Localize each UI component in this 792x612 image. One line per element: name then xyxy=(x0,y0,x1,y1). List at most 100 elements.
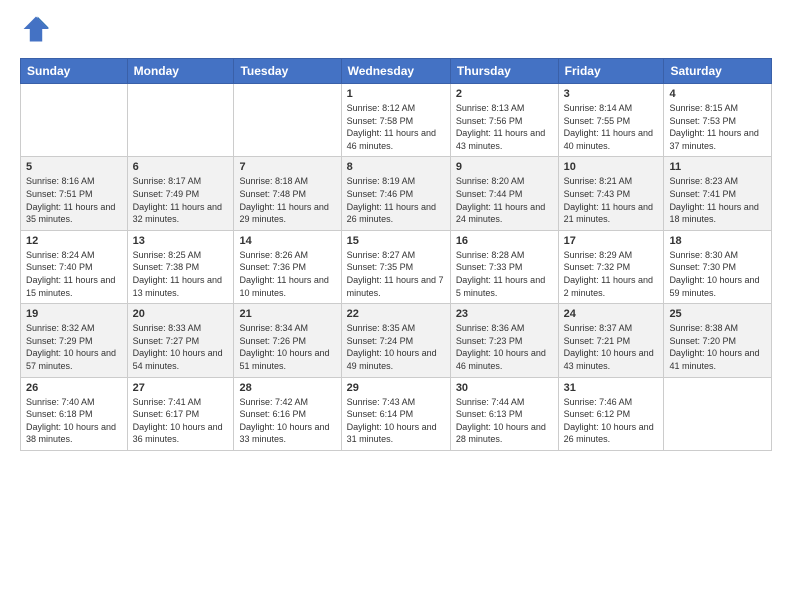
calendar-day-cell: 23 Sunrise: 8:36 AM Sunset: 7:23 PM Dayli… xyxy=(450,304,558,377)
day-number: 2 xyxy=(456,88,553,100)
day-info: Sunrise: 8:37 AM Sunset: 7:21 PM Dayligh… xyxy=(564,322,659,372)
calendar-week-row: 19 Sunrise: 8:32 AM Sunset: 7:29 PM Dayli… xyxy=(21,304,772,377)
day-info: Sunrise: 8:24 AM Sunset: 7:40 PM Dayligh… xyxy=(26,249,122,299)
calendar-day-cell: 13Sunrise: 8:25 AM Sunset: 7:38 PM Dayli… xyxy=(127,230,234,303)
day-info: Sunrise: 8:19 AM Sunset: 7:46 PM Dayligh… xyxy=(347,175,445,225)
day-number: 22 xyxy=(347,308,445,320)
day-number: 15 xyxy=(347,235,445,247)
calendar-day-cell: 4 Sunrise: 8:15 AM Sunset: 7:53 PM Daylig… xyxy=(664,84,772,157)
calendar-day-cell: 11Sunrise: 8:23 AM Sunset: 7:41 PM Dayli… xyxy=(664,157,772,230)
day-number: 4 xyxy=(669,88,766,100)
day-info: Sunrise: 8:33 AM Sunset: 7:27 PM Dayligh… xyxy=(133,322,229,372)
calendar-week-row: 1Sunrise: 8:12 AM Sunset: 7:58 PM Daylig… xyxy=(21,84,772,157)
day-of-week-header: Sunday xyxy=(21,59,128,84)
calendar-table: SundayMondayTuesdayWednesdayThursdayFrid… xyxy=(20,58,772,451)
header xyxy=(20,15,772,48)
calendar-day-cell: 29 Sunrise: 7:43 AM Sunset: 6:14 PM Dayli… xyxy=(341,377,450,450)
calendar-day-cell: 8 Sunrise: 8:19 AM Sunset: 7:46 PM Daylig… xyxy=(341,157,450,230)
day-info: Sunrise: 8:18 AM Sunset: 7:48 PM Dayligh… xyxy=(239,175,335,225)
calendar-day-cell: 30Sunrise: 7:44 AM Sunset: 6:13 PM Dayli… xyxy=(450,377,558,450)
day-info: Sunrise: 7:44 AM Sunset: 6:13 PM Dayligh… xyxy=(456,396,553,446)
day-info: Sunrise: 8:21 AM Sunset: 7:43 PM Dayligh… xyxy=(564,175,659,225)
calendar-week-row: 26 Sunrise: 7:40 AM Sunset: 6:18 PM Dayli… xyxy=(21,377,772,450)
day-info: Sunrise: 8:15 AM Sunset: 7:53 PM Dayligh… xyxy=(669,102,766,152)
page: SundayMondayTuesdayWednesdayThursdayFrid… xyxy=(0,0,792,612)
calendar-day-cell xyxy=(664,377,772,450)
day-number: 16 xyxy=(456,235,553,247)
calendar-day-cell: 20 Sunrise: 8:33 AM Sunset: 7:27 PM Dayli… xyxy=(127,304,234,377)
day-info: Sunrise: 8:34 AM Sunset: 7:26 PM Dayligh… xyxy=(239,322,335,372)
calendar-day-cell: 22 Sunrise: 8:35 AM Sunset: 7:24 PM Dayli… xyxy=(341,304,450,377)
day-of-week-header: Wednesday xyxy=(341,59,450,84)
calendar-day-cell: 17 Sunrise: 8:29 AM Sunset: 7:32 PM Dayli… xyxy=(558,230,664,303)
day-info: Sunrise: 7:40 AM Sunset: 6:18 PM Dayligh… xyxy=(26,396,122,446)
day-of-week-header: Friday xyxy=(558,59,664,84)
day-of-week-header: Monday xyxy=(127,59,234,84)
calendar-day-cell: 26 Sunrise: 7:40 AM Sunset: 6:18 PM Dayli… xyxy=(21,377,128,450)
calendar-week-row: 12 Sunrise: 8:24 AM Sunset: 7:40 PM Dayli… xyxy=(21,230,772,303)
day-number: 31 xyxy=(564,382,659,394)
day-number: 6 xyxy=(133,161,229,173)
day-of-week-header: Tuesday xyxy=(234,59,341,84)
calendar-day-cell: 6 Sunrise: 8:17 AM Sunset: 7:49 PM Daylig… xyxy=(127,157,234,230)
day-number: 23 xyxy=(456,308,553,320)
day-info: Sunrise: 8:27 AM Sunset: 7:35 PM Dayligh… xyxy=(347,249,445,299)
day-info: Sunrise: 8:29 AM Sunset: 7:32 PM Dayligh… xyxy=(564,249,659,299)
day-info: Sunrise: 8:36 AM Sunset: 7:23 PM Dayligh… xyxy=(456,322,553,372)
day-number: 21 xyxy=(239,308,335,320)
calendar-day-cell: 12 Sunrise: 8:24 AM Sunset: 7:40 PM Dayli… xyxy=(21,230,128,303)
day-number: 14 xyxy=(239,235,335,247)
day-info: Sunrise: 7:42 AM Sunset: 6:16 PM Dayligh… xyxy=(239,396,335,446)
calendar-day-cell: 31 Sunrise: 7:46 AM Sunset: 6:12 PM Dayli… xyxy=(558,377,664,450)
calendar-day-cell: 9Sunrise: 8:20 AM Sunset: 7:44 PM Daylig… xyxy=(450,157,558,230)
day-info: Sunrise: 8:38 AM Sunset: 7:20 PM Dayligh… xyxy=(669,322,766,372)
day-number: 26 xyxy=(26,382,122,394)
calendar-day-cell: 21 Sunrise: 8:34 AM Sunset: 7:26 PM Dayli… xyxy=(234,304,341,377)
day-number: 9 xyxy=(456,161,553,173)
day-info: Sunrise: 8:26 AM Sunset: 7:36 PM Dayligh… xyxy=(239,249,335,299)
calendar-week-row: 5Sunrise: 8:16 AM Sunset: 7:51 PM Daylig… xyxy=(21,157,772,230)
day-number: 28 xyxy=(239,382,335,394)
calendar-day-cell: 24 Sunrise: 8:37 AM Sunset: 7:21 PM Dayli… xyxy=(558,304,664,377)
calendar-day-cell: 7 Sunrise: 8:18 AM Sunset: 7:48 PM Daylig… xyxy=(234,157,341,230)
day-number: 20 xyxy=(133,308,229,320)
calendar-day-cell: 5Sunrise: 8:16 AM Sunset: 7:51 PM Daylig… xyxy=(21,157,128,230)
day-number: 12 xyxy=(26,235,122,247)
day-info: Sunrise: 8:28 AM Sunset: 7:33 PM Dayligh… xyxy=(456,249,553,299)
day-number: 17 xyxy=(564,235,659,247)
calendar-day-cell: 28 Sunrise: 7:42 AM Sunset: 6:16 PM Dayli… xyxy=(234,377,341,450)
calendar-day-cell: 18 Sunrise: 8:30 AM Sunset: 7:30 PM Dayli… xyxy=(664,230,772,303)
calendar-day-cell: 1Sunrise: 8:12 AM Sunset: 7:58 PM Daylig… xyxy=(341,84,450,157)
logo-icon xyxy=(22,15,50,43)
calendar-header-row: SundayMondayTuesdayWednesdayThursdayFrid… xyxy=(21,59,772,84)
day-number: 29 xyxy=(347,382,445,394)
day-info: Sunrise: 8:14 AM Sunset: 7:55 PM Dayligh… xyxy=(564,102,659,152)
day-info: Sunrise: 8:30 AM Sunset: 7:30 PM Dayligh… xyxy=(669,249,766,299)
day-info: Sunrise: 8:32 AM Sunset: 7:29 PM Dayligh… xyxy=(26,322,122,372)
day-info: Sunrise: 7:43 AM Sunset: 6:14 PM Dayligh… xyxy=(347,396,445,446)
day-of-week-header: Thursday xyxy=(450,59,558,84)
day-number: 27 xyxy=(133,382,229,394)
calendar-day-cell: 27 Sunrise: 7:41 AM Sunset: 6:17 PM Dayli… xyxy=(127,377,234,450)
day-number: 18 xyxy=(669,235,766,247)
calendar-day-cell: 14 Sunrise: 8:26 AM Sunset: 7:36 PM Dayli… xyxy=(234,230,341,303)
day-number: 25 xyxy=(669,308,766,320)
calendar-day-cell: 19 Sunrise: 8:32 AM Sunset: 7:29 PM Dayli… xyxy=(21,304,128,377)
day-number: 24 xyxy=(564,308,659,320)
day-info: Sunrise: 8:13 AM Sunset: 7:56 PM Dayligh… xyxy=(456,102,553,152)
day-info: Sunrise: 8:35 AM Sunset: 7:24 PM Dayligh… xyxy=(347,322,445,372)
day-info: Sunrise: 8:17 AM Sunset: 7:49 PM Dayligh… xyxy=(133,175,229,225)
calendar-day-cell: 10Sunrise: 8:21 AM Sunset: 7:43 PM Dayli… xyxy=(558,157,664,230)
day-info: Sunrise: 8:23 AM Sunset: 7:41 PM Dayligh… xyxy=(669,175,766,225)
day-number: 19 xyxy=(26,308,122,320)
day-number: 7 xyxy=(239,161,335,173)
day-number: 5 xyxy=(26,161,122,173)
day-number: 13 xyxy=(133,235,229,247)
calendar-day-cell: 15 Sunrise: 8:27 AM Sunset: 7:35 PM Dayli… xyxy=(341,230,450,303)
day-info: Sunrise: 8:12 AM Sunset: 7:58 PM Dayligh… xyxy=(347,102,445,152)
day-number: 8 xyxy=(347,161,445,173)
day-of-week-header: Saturday xyxy=(664,59,772,84)
day-info: Sunrise: 7:41 AM Sunset: 6:17 PM Dayligh… xyxy=(133,396,229,446)
day-info: Sunrise: 7:46 AM Sunset: 6:12 PM Dayligh… xyxy=(564,396,659,446)
calendar-day-cell: 16 Sunrise: 8:28 AM Sunset: 7:33 PM Dayli… xyxy=(450,230,558,303)
